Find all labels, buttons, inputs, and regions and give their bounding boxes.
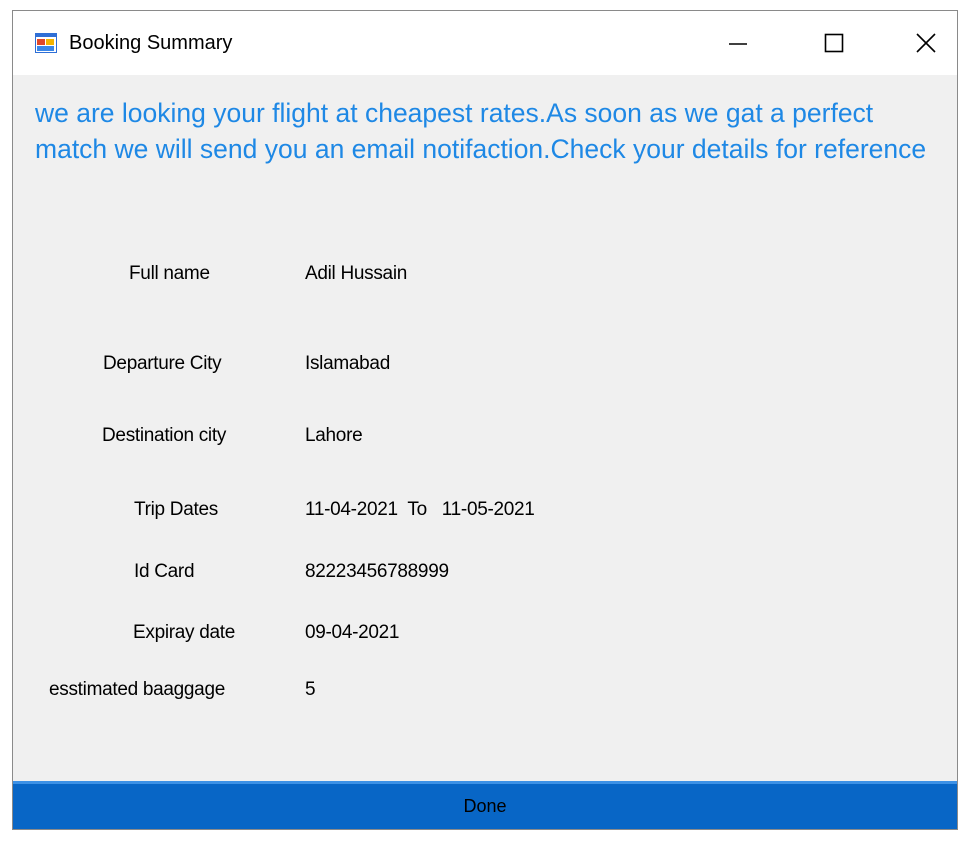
trip-dates-label: Trip Dates — [134, 499, 218, 520]
departure-city-value: Islamabad — [305, 353, 390, 374]
expiry-date-label: Expiray date — [133, 622, 236, 643]
close-button[interactable] — [895, 11, 957, 75]
title-bar[interactable]: Booking Summary — [13, 11, 957, 75]
close-icon — [916, 33, 936, 53]
minimize-button[interactable] — [707, 11, 769, 75]
full-name-label: Full name — [129, 263, 210, 284]
maximize-button[interactable] — [803, 11, 865, 75]
maximize-icon — [824, 33, 844, 53]
info-message: we are looking your flight at cheapest r… — [35, 98, 927, 164]
done-button[interactable]: Done — [13, 781, 957, 829]
baggage-label: esstimated baaggage — [49, 679, 225, 700]
minimize-icon — [729, 43, 747, 45]
window-title: Booking Summary — [69, 32, 233, 54]
app-form-icon — [35, 33, 57, 53]
destination-city-value: Lahore — [305, 425, 363, 446]
expiry-date-value: 09-04-2021 — [305, 622, 400, 643]
id-card-value: 82223456788999 — [305, 561, 449, 582]
background-window-edge — [0, 0, 12, 841]
background-bottom-edge — [0, 830, 961, 841]
booking-summary-window: Booking Summary we are looking your flig… — [12, 10, 958, 830]
trip-dates-value: 11-04-2021 To 11-05-2021 — [305, 499, 535, 520]
id-card-label: Id Card — [134, 561, 195, 582]
destination-city-label: Destination city — [102, 425, 227, 446]
done-button-label: Done — [463, 796, 507, 816]
full-name-value: Adil Hussain — [305, 263, 408, 284]
departure-city-label: Departure City — [103, 353, 222, 374]
baggage-value: 5 — [305, 679, 316, 700]
